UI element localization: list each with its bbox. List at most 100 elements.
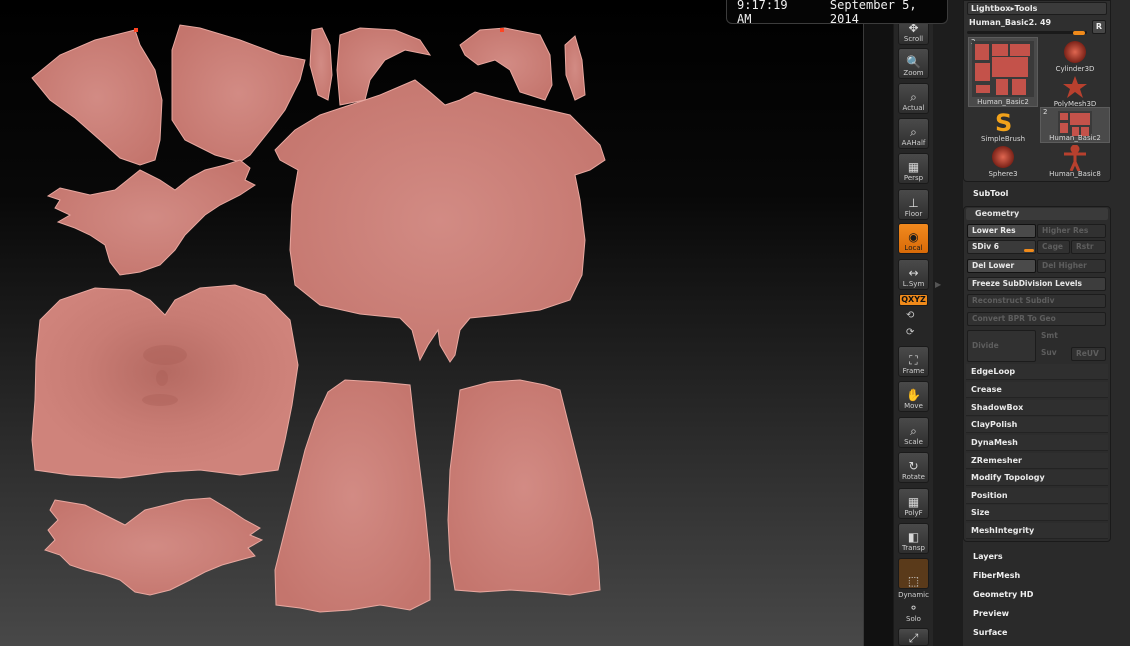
current-tool-slider[interactable]: Human_Basic2. 49 [967,18,1092,35]
ghost-icon: ⬚ [907,574,920,588]
viewport-edge-strip [864,0,893,646]
xyz-toggle[interactable]: QXYZ [899,294,928,306]
floor-icon: ⊥ [908,196,919,210]
polyf-label: PolyF [904,509,923,517]
crease-menu[interactable]: Crease [966,382,1108,398]
persp-button[interactable]: ▦ Persp [898,153,929,184]
floor-label: Floor [904,210,923,218]
cage-button[interactable]: Cage [1037,240,1070,254]
lsym-icon: ↔ [908,266,919,280]
tool-panel: Lightbox▸Tools Human_Basic2. 49 R 2 Huma… [963,0,1111,182]
tool-name-label: Human_Basic2 [1049,134,1101,142]
tool-thumb-sphere3[interactable]: Sphere3 [968,142,1038,178]
uv-island-leg-right [447,379,601,596]
geometry-title[interactable]: Geometry [966,208,1108,220]
position-menu[interactable]: Position [966,488,1108,504]
lightbox-tools-button[interactable]: Lightbox▸Tools [967,2,1107,15]
uv-island-leg-left [274,379,431,613]
rstr-button[interactable]: Rstr [1071,240,1106,254]
geometry-hd-menu[interactable]: Geometry HD [973,590,1033,599]
tool-name-label: Sphere3 [988,170,1018,178]
reconstruct-subdiv-button[interactable]: Reconstruct Subdiv [967,294,1106,308]
uv-island-shoulder-left [31,29,163,166]
actual-button[interactable]: ⌕ Actual [898,83,929,114]
del-lower-button[interactable]: Del Lower [967,259,1036,273]
reuv-button[interactable]: ReUV [1071,347,1106,361]
sdiv-slider[interactable]: SDiv 6 [967,240,1036,254]
frame-button[interactable]: ⛶ Frame [898,346,929,377]
actual-label: Actual [902,104,925,112]
subtool-menu[interactable]: SubTool [973,189,1008,198]
divide-button[interactable]: Divide [967,330,1036,362]
tool-thumb-human-basic2[interactable]: 2 Human_Basic2 [968,37,1038,107]
tool-thumb-polymesh3d[interactable]: PolyMesh3D [1040,72,1110,108]
uv-island-hands-top [46,159,256,276]
size-menu[interactable]: Size [966,505,1108,521]
move-label: Move [904,402,923,410]
layers-menu[interactable]: Layers [973,552,1003,561]
aahalf-button[interactable]: ⌕ AAHalf [898,118,929,149]
scale-label: Scale [904,438,923,446]
xpose-button[interactable]: ⤢ [898,628,929,646]
ghost-button[interactable]: ⬚ [898,558,929,589]
zoom-button[interactable]: 🔍 Zoom [898,48,929,79]
aahalf-label: AAHalf [901,139,926,147]
preview-menu[interactable]: Preview [973,609,1009,618]
freeze-subdivision-button[interactable]: Freeze SubDivision Levels [967,277,1106,291]
tray-arrow-icon[interactable]: ▶ [935,280,941,289]
tool-thumb-human-basic8[interactable]: Human_Basic8 [1040,142,1110,178]
canvas-viewport[interactable] [0,0,893,646]
tool-name-label: Human_Basic2 [977,98,1029,106]
floor-button[interactable]: ⊥ Floor [898,189,929,220]
suv-toggle[interactable]: Suv [1037,347,1070,361]
modify-topology-menu[interactable]: Modify Topology [966,470,1108,486]
local-icon: ◉ [908,230,919,244]
current-tool-name: Human_Basic2. 49 [969,18,1052,27]
surface-menu[interactable]: Surface [973,628,1007,637]
zoom-icon: 🔍 [906,55,921,69]
transp-button[interactable]: ◧ Transp [898,523,929,554]
rotate-z-icon[interactable]: ⟳ [906,327,914,338]
uv-texture-map [31,24,606,613]
frame-label: Frame [902,367,925,375]
rotate-button[interactable]: ↻ Rotate [898,452,929,483]
tray-handle[interactable] [933,0,963,646]
sdiv-label: SDiv 6 [972,242,999,251]
local-button[interactable]: ◉ Local [898,223,929,254]
r-button[interactable]: R [1092,20,1106,34]
actual-icon: ⌕ [910,90,917,104]
tool-thumb-simplebrush[interactable]: S SimpleBrush [968,107,1038,143]
fibermesh-menu[interactable]: FiberMesh [973,571,1020,580]
move-hand-icon: ✋ [906,388,921,402]
claypolish-menu[interactable]: ClayPolish [966,417,1108,433]
zremesher-menu[interactable]: ZRemesher [966,453,1108,469]
star-icon [1063,76,1087,98]
shadowbox-menu[interactable]: ShadowBox [966,400,1108,416]
del-higher-button[interactable]: Del Higher [1037,259,1106,273]
geometry-panel: Geometry Lower Res Higher Res SDiv 6 Cag… [963,206,1111,542]
convert-bpr-button[interactable]: Convert BPR To Geo [967,312,1106,326]
zoom-label: Zoom [903,69,924,77]
edgeloop-menu[interactable]: EdgeLoop [966,364,1108,380]
lower-res-button[interactable]: Lower Res [967,224,1036,238]
cylinder-icon [1064,41,1086,63]
higher-res-button[interactable]: Higher Res [1037,224,1106,238]
rotate-y-icon[interactable]: ⟲ [906,310,914,321]
svg-text:S: S [995,110,1012,134]
sdiv-knob[interactable] [1024,249,1034,252]
meshintegrity-menu[interactable]: MeshIntegrity [966,523,1108,539]
tool-thumb-cylinder3d[interactable]: Cylinder3D [1040,37,1110,73]
tool-name-label: Human_Basic8 [1049,170,1101,178]
solo-button[interactable]: ⚬ Solo [898,600,929,624]
smt-toggle[interactable]: Smt [1037,330,1106,344]
scale-button[interactable]: ⌕ Scale [898,417,929,448]
dynamesh-menu[interactable]: DynaMesh [966,435,1108,451]
rotate-label: Rotate [902,473,925,481]
lsym-button[interactable]: ↔ L.Sym [898,259,929,290]
tool-thumb-human-basic2-b[interactable]: 2 Human_Basic2 [1040,107,1110,143]
tool-slider-knob[interactable] [1073,31,1085,35]
move-button[interactable]: ✋ Move [898,381,929,412]
status-clock: 9:17:19 AM September 5, 2014 [726,0,948,26]
polyf-button[interactable]: ▦ PolyF [898,488,929,519]
tool-count: 2 [1043,108,1048,116]
